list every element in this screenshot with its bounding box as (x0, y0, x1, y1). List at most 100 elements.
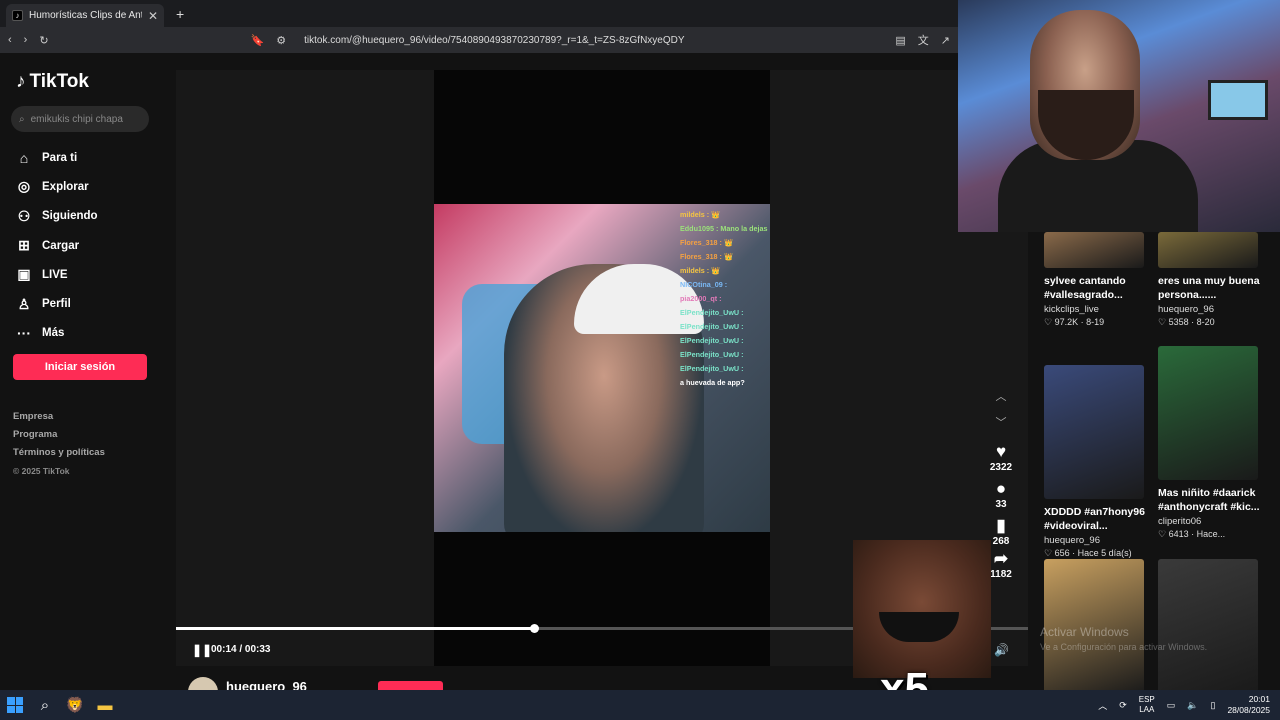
card-title[interactable]: XDDDD #an7hony96 #videoviral... (1044, 505, 1146, 533)
author-username[interactable]: huequero_96 (226, 679, 307, 690)
chevron-up-icon[interactable]: ︿ (986, 384, 1016, 410)
chat-message: ElPendejito_UwU : (680, 336, 744, 345)
login-button[interactable]: Iniciar sesión (13, 354, 147, 380)
chat-message: mildels : 👑 (680, 210, 721, 219)
translate-icon[interactable]: 文 (918, 32, 929, 48)
related-video-card[interactable]: Mas niñito #daarick #anthonycraft #kic..… (1158, 346, 1260, 540)
reader-icon[interactable]: ▤ (895, 34, 905, 47)
brave-browser-icon[interactable]: 🦁 (60, 690, 90, 720)
windows-taskbar: ⌕ 🦁 ▬ ︿ ⟳ ESP LAA ▭ 🔈 ▯ 20:01 28/08/2025 (0, 690, 1280, 720)
sidebar-item-para-ti[interactable]: ⌂ Para ti (16, 143, 98, 172)
card-author[interactable]: kickclips_live (1044, 304, 1146, 315)
sidebar-item-label: Para ti (42, 151, 78, 164)
video-thumbnail[interactable] (1044, 365, 1144, 499)
tab-title: Humorísticas Clips de Anthon (29, 10, 142, 21)
network-icon[interactable]: ▭ (1167, 700, 1176, 711)
system-tray: ︿ ⟳ ESP LAA ▭ 🔈 ▯ 20:01 28/08/2025 (1098, 690, 1270, 720)
nav-item-icon: ⌂ (19, 149, 29, 166)
card-meta: ♡ 656 · Hace 5 día(s) (1044, 548, 1132, 558)
close-tab-icon[interactable]: ✕ (148, 9, 158, 23)
chat-message: Flores_318 : 👑 (680, 252, 733, 261)
copyright: © 2025 TikTok (13, 466, 70, 476)
forward-icon[interactable]: › (24, 34, 28, 46)
sidebar-item-más[interactable]: ··· Más (16, 319, 98, 348)
footer-link-empresa[interactable]: Empresa (13, 408, 105, 426)
sidebar-item-label: Más (42, 327, 65, 340)
related-video-card[interactable] (1158, 559, 1260, 690)
related-video-card[interactable]: eres una muy buena persona...... huequero… (1158, 232, 1260, 328)
file-explorer-icon[interactable]: ▬ (90, 690, 120, 720)
url-field[interactable]: tiktok.com/@huequero_96/video/7540890493… (304, 35, 883, 46)
chevron-down-icon[interactable]: ﹀ (986, 410, 1016, 436)
search-placeholder: emikukis chipi chapa (30, 113, 123, 125)
back-icon[interactable]: ‹ (8, 34, 12, 46)
nav-list: ⌂ Para ti ◎ Explorar ⚇ Siguiendo ⊞ Cargar ▣ LIVE ♙… (16, 143, 98, 348)
chat-message: Flores_318 : 👑 (680, 238, 733, 247)
new-tab-button[interactable]: + (176, 6, 184, 22)
comment-action[interactable]: ● 33 (986, 479, 1016, 510)
card-title[interactable]: Mas niñito #daarick #anthonycraft #kic..… (1158, 486, 1260, 514)
progress-handle[interactable] (529, 624, 539, 633)
nav-item-icon: ⚇ (17, 207, 31, 224)
card-author[interactable]: huequero_96 (1044, 535, 1146, 546)
sidebar-item-perfil[interactable]: ♙ Perfil (16, 289, 98, 318)
video-thumbnail[interactable] (1044, 232, 1144, 268)
bookmark-icon[interactable]: 🔖 (251, 34, 265, 47)
battery-icon[interactable]: ▯ (1211, 700, 1216, 711)
windows-activation-watermark: Activar Windows (1040, 625, 1129, 639)
share-icon[interactable]: ↗ (941, 34, 950, 47)
card-author[interactable]: cliperito06 (1158, 516, 1260, 527)
volume-tray-icon[interactable]: 🔈 (1187, 700, 1198, 711)
nav-item-icon: ··· (17, 325, 31, 342)
tray-chevron-up-icon[interactable]: ︿ (1098, 699, 1107, 712)
sidebar-item-cargar[interactable]: ⊞ Cargar (16, 231, 98, 260)
chat-message: ElPendejito_UwU : (680, 322, 744, 331)
chat-message: ElPendejito_UwU : (680, 350, 744, 359)
search-input[interactable]: ⌕ emikukis chipi chapa (11, 106, 149, 132)
tiktok-logo[interactable]: ♪ TikTok (16, 71, 89, 93)
language-indicator[interactable]: ESP LAA (1139, 695, 1155, 715)
video-frame[interactable]: mildels : 👑 Eddu1095 : Mano la dejas Flore… (434, 204, 770, 532)
card-meta: ♡ 97.2K · 8-19 (1044, 317, 1105, 327)
card-meta: ♡ 5358 · 8-20 (1158, 317, 1215, 327)
card-author[interactable]: huequero_96 (1158, 304, 1260, 315)
related-video-card[interactable]: sylvee cantando #vallesagrado... kickclip… (1044, 232, 1146, 328)
chat-message: ElPendejito_UwU : (680, 308, 744, 317)
sidebar-item-explorar[interactable]: ◎ Explorar (16, 172, 98, 201)
video-thumbnail[interactable] (1158, 232, 1258, 268)
chat-message: Eddu1095 : Mano la dejas (680, 224, 768, 233)
reload-icon[interactable]: ↻ (39, 34, 48, 47)
background-monitor (1208, 80, 1268, 120)
pause-icon[interactable]: ❚❚ (192, 643, 212, 657)
related-video-card[interactable]: XDDDD #an7hony96 #videoviral... huequero_… (1044, 365, 1146, 559)
volume-icon[interactable]: 🔊 (994, 643, 1009, 657)
video-thumbnail[interactable] (1158, 346, 1258, 480)
webcam-overlay (958, 0, 1280, 232)
site-info-icon[interactable]: ⚙ (276, 34, 286, 47)
sidebar-item-label: Explorar (42, 180, 89, 193)
follow-button[interactable] (378, 681, 443, 690)
avatar[interactable] (188, 677, 218, 690)
nav-item-icon: ◎ (17, 178, 31, 195)
chat-message: a huevada de app? (680, 378, 745, 387)
tiktok-logo-icon: ♪ (16, 71, 26, 92)
start-button[interactable] (0, 690, 30, 720)
chat-message: NICOtina_09 : (680, 280, 728, 289)
clock[interactable]: 20:01 28/08/2025 (1227, 694, 1270, 716)
browser-tab[interactable]: ♪ Humorísticas Clips de Anthon ✕ (6, 4, 164, 27)
footer-link-programa[interactable]: Programa (13, 426, 105, 444)
taskbar-search-icon[interactable]: ⌕ (30, 690, 60, 720)
comment-icon: ● (995, 479, 1007, 498)
footer-link-terminos[interactable]: Términos y políticas (13, 444, 105, 462)
sidebar-item-siguiendo[interactable]: ⚇ Siguiendo (16, 202, 98, 231)
bookmark-icon: ▮ (996, 516, 1006, 535)
sidebar-item-label: LIVE (42, 268, 68, 281)
like-action[interactable]: ♥ 2322 (986, 442, 1016, 473)
sidebar-item-label: Siguiendo (42, 210, 98, 223)
card-title[interactable]: sylvee cantando #vallesagrado... (1044, 274, 1146, 302)
sidebar-item-live[interactable]: ▣ LIVE (16, 260, 98, 289)
card-title[interactable]: eres una muy buena persona...... (1158, 274, 1260, 302)
sync-icon[interactable]: ⟳ (1119, 700, 1127, 711)
laughing-meme-overlay (853, 540, 991, 678)
video-thumbnail[interactable] (1158, 559, 1258, 690)
